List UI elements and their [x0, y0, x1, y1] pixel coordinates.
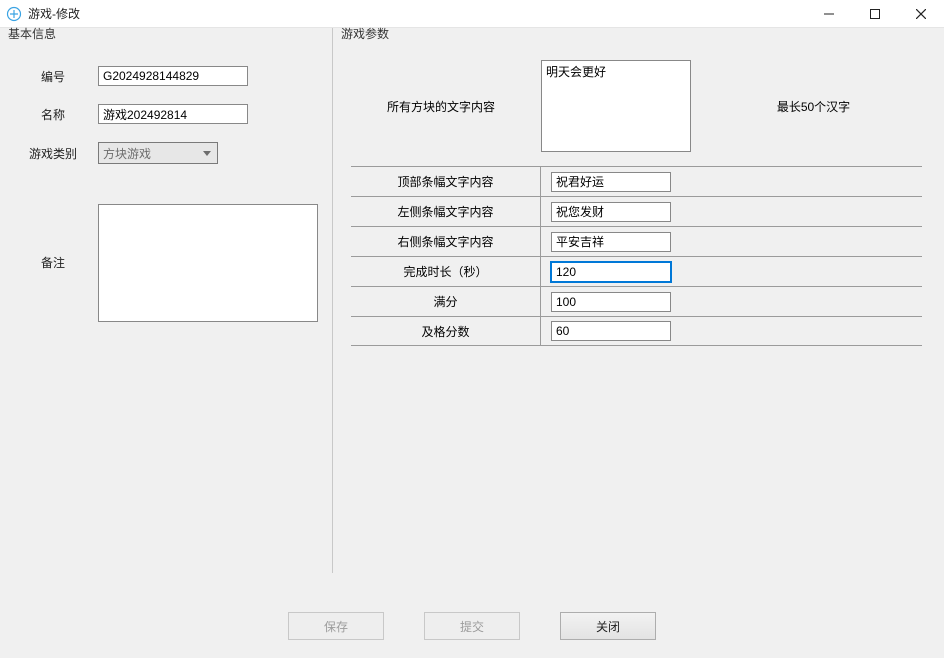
- basic-info-group: 基本信息 编号 名称 游戏类别 方块游戏 备注: [2, 32, 330, 346]
- category-label: 游戏类别: [8, 145, 98, 162]
- titlebar: 游戏-修改: [0, 0, 944, 28]
- param-row: 完成时长（秒）: [351, 256, 922, 286]
- param-label: 及格分数: [351, 317, 541, 345]
- category-selected-value: 方块游戏: [103, 145, 151, 162]
- param-label: 顶部条幅文字内容: [351, 167, 541, 196]
- param-row: 顶部条幅文字内容: [351, 166, 922, 196]
- submit-button[interactable]: 提交: [424, 612, 520, 640]
- param-row: 满分: [351, 286, 922, 316]
- param-row: 及格分数: [351, 316, 922, 346]
- param-label: 满分: [351, 287, 541, 316]
- app-icon: [6, 6, 22, 22]
- close-button[interactable]: [898, 0, 944, 27]
- game-params-legend: 游戏参数: [339, 25, 391, 42]
- basic-info-legend: 基本信息: [6, 25, 58, 42]
- param-label: 右侧条幅文字内容: [351, 227, 541, 256]
- param-input[interactable]: [551, 172, 671, 192]
- close-action-button[interactable]: 关闭: [560, 612, 656, 640]
- save-button[interactable]: 保存: [288, 612, 384, 640]
- param-input[interactable]: [551, 262, 671, 282]
- param-input[interactable]: [551, 202, 671, 222]
- param-row: 左侧条幅文字内容: [351, 196, 922, 226]
- minimize-button[interactable]: [806, 0, 852, 27]
- all-blocks-hint: 最长50个汉字: [691, 98, 936, 115]
- param-label: 完成时长（秒）: [351, 257, 541, 286]
- category-select[interactable]: 方块游戏: [98, 142, 218, 164]
- maximize-button[interactable]: [852, 0, 898, 27]
- game-params-group: 游戏参数 所有方块的文字内容 最长50个汉字 顶部条幅文字内容左侧条幅文字内容右…: [335, 32, 942, 352]
- button-bar: 保存 提交 关闭: [0, 612, 944, 640]
- window-title: 游戏-修改: [28, 5, 80, 22]
- remark-label: 备注: [8, 254, 98, 271]
- name-label: 名称: [8, 106, 98, 123]
- name-input[interactable]: [98, 104, 248, 124]
- all-blocks-input[interactable]: [541, 60, 691, 152]
- param-input[interactable]: [551, 292, 671, 312]
- window-controls: [806, 0, 944, 27]
- param-row: 右侧条幅文字内容: [351, 226, 922, 256]
- param-label: 左侧条幅文字内容: [351, 197, 541, 226]
- remark-input[interactable]: [98, 204, 318, 322]
- id-input[interactable]: [98, 66, 248, 86]
- all-blocks-label: 所有方块的文字内容: [341, 98, 541, 115]
- param-input[interactable]: [551, 321, 671, 341]
- id-label: 编号: [8, 68, 98, 85]
- param-input[interactable]: [551, 232, 671, 252]
